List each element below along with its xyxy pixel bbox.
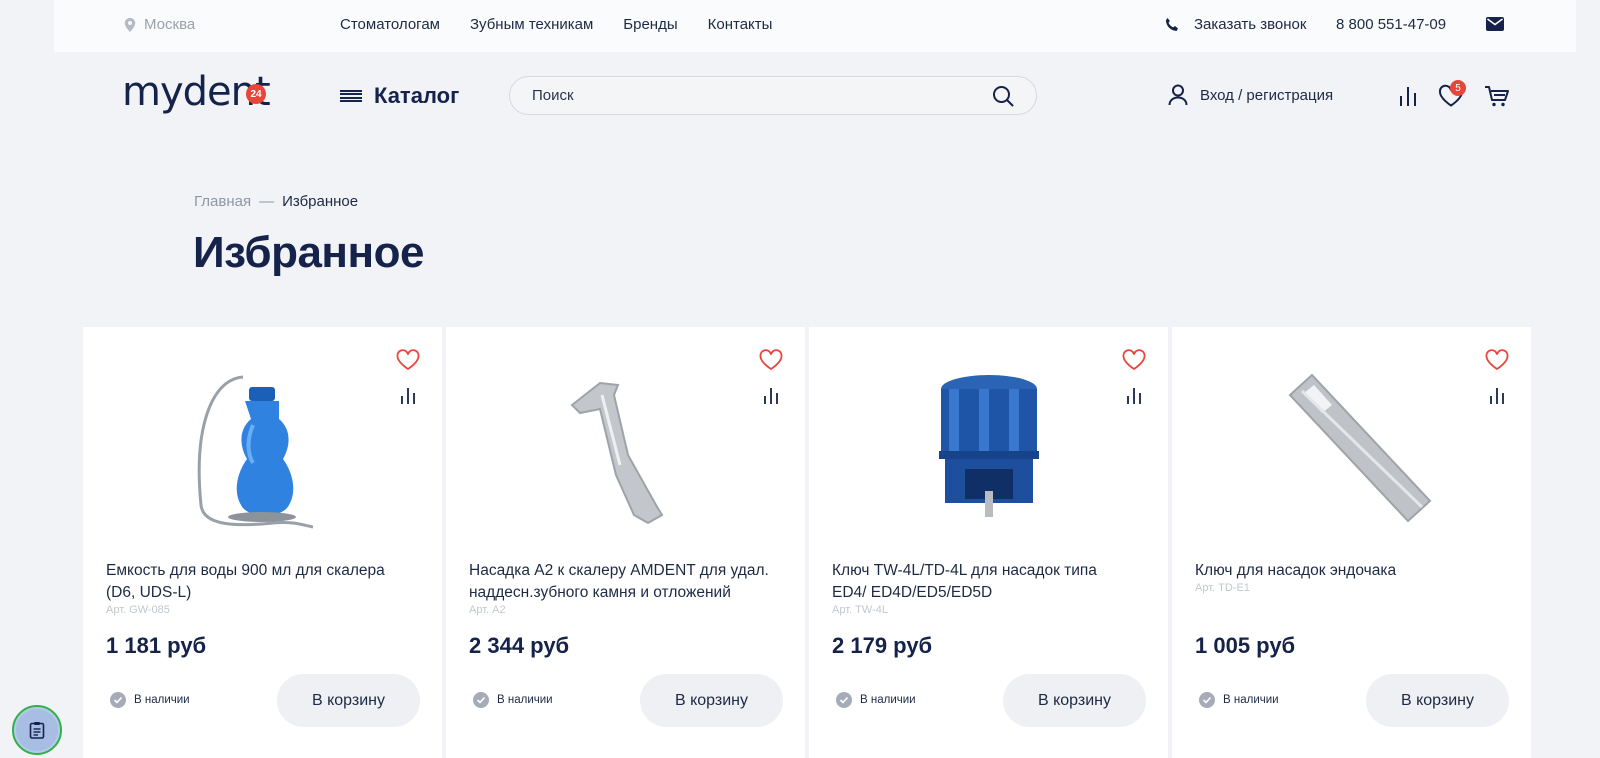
login-label: Вход / регистрация <box>1200 86 1334 104</box>
product-price: 1 005 руб <box>1195 633 1296 658</box>
stock-status: В наличии <box>1199 692 1279 708</box>
check-icon <box>1199 692 1215 708</box>
breadcrumb-home[interactable]: Главная <box>194 193 251 210</box>
compare-icon[interactable] <box>762 387 780 405</box>
user-icon <box>1168 84 1188 106</box>
heart-icon[interactable] <box>396 349 420 371</box>
compare-icon[interactable] <box>1125 387 1143 405</box>
product-price: 2 179 руб <box>832 633 933 658</box>
stock-label: В наличии <box>860 694 916 706</box>
search-box <box>509 76 1037 115</box>
add-to-cart-button[interactable]: В корзину <box>1003 674 1146 727</box>
city-selector[interactable]: Москва <box>124 16 195 33</box>
floating-clipboard-button[interactable] <box>12 705 62 755</box>
heart-icon[interactable] <box>1485 349 1509 371</box>
floating-button-inner <box>16 709 58 751</box>
search-icon[interactable] <box>992 85 1014 107</box>
mail-icon[interactable] <box>1486 17 1504 31</box>
compare-icon[interactable] <box>1488 387 1506 405</box>
favorites-count-badge: 5 <box>1450 80 1466 96</box>
breadcrumb-separator: — <box>259 193 275 210</box>
product-name[interactable]: Насадка А2 к скалеру AMDENT для удал. на… <box>469 560 769 604</box>
stock-status: В наличии <box>110 692 190 708</box>
product-card: Ключ TW-4L/TD-4L для насадок типа ED4/ E… <box>809 327 1168 758</box>
stock-status: В наличии <box>473 692 553 708</box>
compare-icon[interactable] <box>399 387 417 405</box>
product-price: 2 344 руб <box>469 633 570 658</box>
add-to-cart-button[interactable]: В корзину <box>277 674 420 727</box>
product-sku: Арт. TD-E1 <box>1195 582 1250 594</box>
heart-icon[interactable] <box>759 349 783 371</box>
top-bar: Москва Стоматологам Зубным техникам Брен… <box>54 0 1576 52</box>
phone-icon <box>1165 17 1178 31</box>
logo-badge: 24 <box>246 84 266 104</box>
breadcrumb-current: Избранное <box>282 193 359 210</box>
product-sku: Арт. A2 <box>469 604 506 616</box>
nav-brands[interactable]: Бренды <box>623 16 677 33</box>
product-name[interactable]: Емкость для воды 900 мл для скалера (D6,… <box>106 560 406 604</box>
nav-contacts[interactable]: Контакты <box>708 16 773 33</box>
check-icon <box>836 692 852 708</box>
heart-icon[interactable] <box>1122 349 1146 371</box>
scaler-tip-image[interactable] <box>536 365 716 535</box>
nav-dentists[interactable]: Стоматологам <box>340 16 440 33</box>
product-sku: Арт. TW-4L <box>832 604 888 616</box>
menu-icon <box>340 90 362 102</box>
product-card: Насадка А2 к скалеру AMDENT для удал. на… <box>446 327 805 758</box>
endochuck-key-image[interactable] <box>1262 365 1442 535</box>
callback-link[interactable]: Заказать звонок <box>1164 16 1306 33</box>
stock-label: В наличии <box>134 694 190 706</box>
stock-status: В наличии <box>836 692 916 708</box>
product-name[interactable]: Ключ для насадок эндочака <box>1195 560 1495 582</box>
product-grid: Емкость для воды 900 мл для скалера (D6,… <box>83 327 1531 758</box>
product-card: Ключ для насадок эндочака Арт. TD-E1 1 0… <box>1172 327 1531 758</box>
stock-label: В наличии <box>497 694 553 706</box>
page-title: Избранное <box>193 228 424 277</box>
breadcrumb: Главная — Избранное <box>194 193 358 210</box>
phone-number[interactable]: 8 800 551-47-09 <box>1336 16 1446 33</box>
torque-wrench-image[interactable] <box>899 365 1079 535</box>
check-icon <box>110 692 126 708</box>
water-bottle-image[interactable] <box>173 365 353 535</box>
top-nav: Стоматологам Зубным техникам Бренды Конт… <box>340 16 772 33</box>
site-logo[interactable]: mydent 24 <box>122 66 272 118</box>
login-link[interactable]: Вход / регистрация <box>1168 84 1333 106</box>
add-to-cart-button[interactable]: В корзину <box>640 674 783 727</box>
callback-label: Заказать звонок <box>1194 16 1307 33</box>
product-price: 1 181 руб <box>106 633 207 658</box>
city-name: Москва <box>144 16 196 33</box>
compare-icon[interactable] <box>1395 84 1421 108</box>
product-card: Емкость для воды 900 мл для скалера (D6,… <box>83 327 442 758</box>
cart-icon[interactable] <box>1484 84 1510 108</box>
search-input[interactable] <box>532 77 972 114</box>
nav-technicians[interactable]: Зубным техникам <box>470 16 593 33</box>
catalog-label: Каталог <box>374 83 460 108</box>
check-icon <box>473 692 489 708</box>
stock-label: В наличии <box>1223 694 1279 706</box>
product-sku: Арт. GW-085 <box>106 604 170 616</box>
clipboard-icon <box>29 722 45 739</box>
location-pin-icon <box>124 17 136 32</box>
product-name[interactable]: Ключ TW-4L/TD-4L для насадок типа ED4/ E… <box>832 560 1132 604</box>
add-to-cart-button[interactable]: В корзину <box>1366 674 1509 727</box>
catalog-button[interactable]: Каталог <box>340 83 459 109</box>
